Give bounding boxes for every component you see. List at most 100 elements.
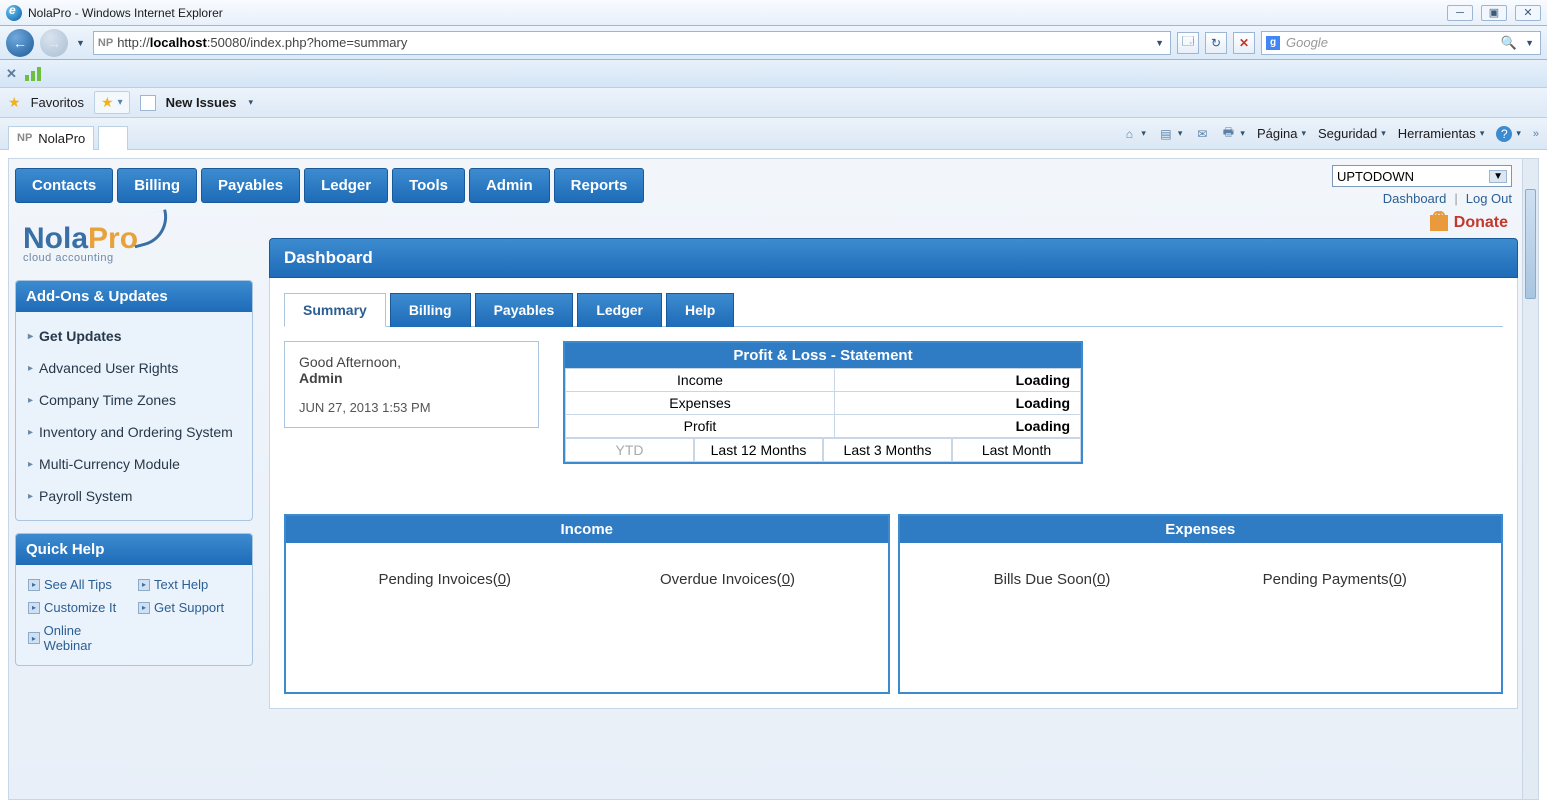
print-icon: 🖶 [1220,126,1236,142]
tip-icon: ▸ [28,579,40,591]
addon-item-rights[interactable]: Advanced User Rights [16,352,252,384]
close-tab-icon[interactable]: ✕ [6,66,17,82]
pl-btn-1m[interactable]: Last Month [952,438,1081,462]
pending-payments[interactable]: Pending Payments(0) [1263,571,1407,588]
scroll-thumb[interactable] [1525,189,1536,299]
expand-icon[interactable]: » [1533,128,1539,140]
address-dropdown-icon[interactable]: ▼ [1153,38,1166,48]
search-box[interactable]: g Google 🔍 ▼ [1261,31,1541,55]
page-body: Summary Billing Payables Ledger Help Goo… [269,278,1518,709]
addon-item-currency[interactable]: Multi-Currency Module [16,448,252,480]
subtab-summary[interactable]: Summary [284,293,386,327]
new-issues-dropdown-icon[interactable]: ▾ [246,97,255,108]
star-add-icon: ★ [101,94,114,111]
window-titlebar: NolaPro - Windows Internet Explorer ─ ▣ … [0,0,1547,26]
new-issues-link[interactable]: New Issues [166,95,237,110]
qh-see-tips[interactable]: ▸See All Tips [28,577,130,592]
favorites-label[interactable]: Favoritos [31,95,84,110]
donate-link[interactable]: Donate [1430,214,1508,232]
greeting-line: Good Afternoon, [299,354,524,370]
gift-icon [1430,215,1448,231]
pl-btn-12m[interactable]: Last 12 Months [694,438,823,462]
menu-contacts[interactable]: Contacts [15,168,113,203]
greeting-timestamp: JUN 27, 2013 1:53 PM [299,400,524,415]
pl-row-value: Loading [834,415,1080,438]
tip-icon: ▸ [28,602,40,614]
signal-bars-icon [25,67,41,81]
pl-btn-3m[interactable]: Last 3 Months [823,438,952,462]
print-menu[interactable]: 🖶▾ [1220,126,1247,142]
command-bar: NP NolaPro ⌂▾ ▤▾ ✉ 🖶▾ Página▾ Seguridad▾… [0,118,1547,150]
pl-btn-ytd[interactable]: YTD [565,438,694,462]
feeds-menu[interactable]: ▤▾ [1158,126,1185,142]
scrollbar[interactable] [1522,159,1538,799]
tip-icon: ▸ [28,632,40,644]
bills-due-soon[interactable]: Bills Due Soon(0) [994,571,1111,588]
app-header: Contacts Billing Payables Ledger Tools A… [9,159,1538,206]
addon-item-payroll[interactable]: Payroll System [16,480,252,512]
stop-button[interactable]: ✕ [1233,32,1255,54]
company-select-value: UPTODOWN [1337,169,1414,184]
addon-item-inventory[interactable]: Inventory and Ordering System [16,416,252,448]
google-icon: g [1266,36,1280,50]
menu-reports[interactable]: Reports [554,168,645,203]
tip-icon: ▸ [138,602,150,614]
qh-text-help[interactable]: ▸Text Help [138,577,240,592]
company-select[interactable]: UPTODOWN ▼ [1332,165,1512,187]
home-menu[interactable]: ⌂▾ [1121,126,1148,142]
overdue-invoices[interactable]: Overdue Invoices(0) [660,571,795,588]
addon-item-timezones[interactable]: Company Time Zones [16,384,252,416]
new-tab-button[interactable] [98,126,128,150]
dashboard-link[interactable]: Dashboard [1383,191,1447,206]
tools-menu[interactable]: Herramientas▾ [1398,126,1487,141]
favorites-bar: ★ Favoritos ★ ▾ New Issues ▾ [0,88,1547,118]
select-arrow-icon: ▼ [1489,170,1507,183]
page-menu[interactable]: Página▾ [1257,126,1308,141]
menu-billing[interactable]: Billing [117,168,197,203]
help-menu[interactable]: ?▾ [1496,126,1523,142]
menu-tools[interactable]: Tools [392,168,465,203]
page-icon [140,95,156,111]
star-icon[interactable]: ★ [8,94,21,111]
pl-row-value: Loading [834,392,1080,415]
address-bar[interactable]: NP http://localhost:50080/index.php?home… [93,31,1171,55]
mail-button[interactable]: ✉ [1194,126,1210,142]
subtab-payables[interactable]: Payables [475,293,574,327]
compat-view-button[interactable]: 🗔 [1177,32,1199,54]
maximize-button[interactable]: ▣ [1481,5,1507,21]
subtab-help[interactable]: Help [666,293,734,327]
pl-row-value: Loading [834,369,1080,392]
refresh-button[interactable]: ↻ [1205,32,1227,54]
ie-logo-icon [6,5,22,21]
qh-customize[interactable]: ▸Customize It [28,600,130,615]
menu-ledger[interactable]: Ledger [304,168,388,203]
pending-invoices[interactable]: Pending Invoices(0) [378,571,511,588]
back-button[interactable]: ← [6,29,34,57]
subtab-billing[interactable]: Billing [390,293,471,327]
search-icon[interactable]: 🔍 [1501,35,1517,51]
addon-item-updates[interactable]: Get Updates [16,320,252,352]
menu-admin[interactable]: Admin [469,168,550,203]
income-title: Income [286,516,888,543]
addons-header: Add-Ons & Updates [16,281,252,312]
app-logo: NolaPro cloud accounting [15,214,253,268]
qh-support[interactable]: ▸Get Support [138,600,240,615]
site-badge: NP [98,37,113,49]
pl-row-label: Income [566,369,835,392]
qh-webinar[interactable]: ▸Online Webinar [28,623,130,653]
minimize-button[interactable]: ─ [1447,5,1473,21]
history-dropdown-icon[interactable]: ▼ [74,38,87,48]
logout-link[interactable]: Log Out [1466,191,1512,206]
forward-button[interactable]: → [40,29,68,57]
close-button[interactable]: ✕ [1515,5,1541,21]
search-dropdown-icon[interactable]: ▼ [1523,38,1536,48]
menu-payables[interactable]: Payables [201,168,300,203]
greeting-box: Good Afternoon, Admin JUN 27, 2013 1:53 … [284,341,539,428]
browser-tab[interactable]: NP NolaPro [8,126,94,150]
tab-strip: ✕ [0,60,1547,88]
app-frame: Contacts Billing Payables Ledger Tools A… [8,158,1539,800]
fav-add-button[interactable]: ★ ▾ [94,91,130,114]
nav-toolbar: ← → ▼ NP http://localhost:50080/index.ph… [0,26,1547,60]
subtab-ledger[interactable]: Ledger [577,293,662,327]
security-menu[interactable]: Seguridad▾ [1318,126,1388,141]
